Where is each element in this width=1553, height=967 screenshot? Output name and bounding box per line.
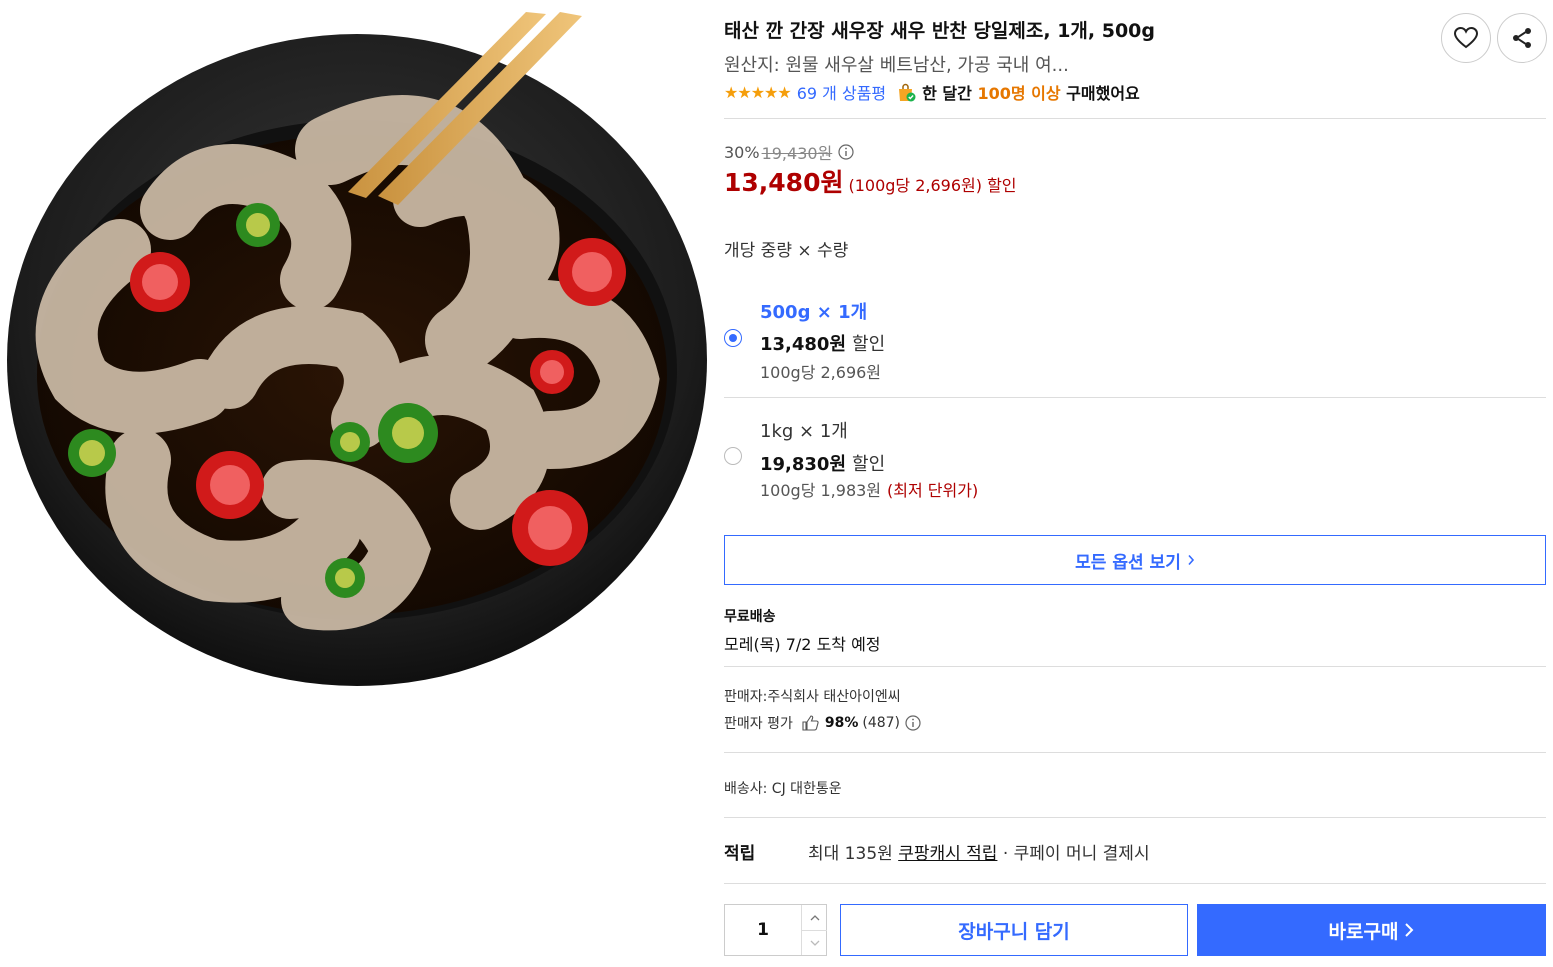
divider: [724, 666, 1546, 667]
view-all-options-label: 모든 옵션 보기: [1075, 552, 1181, 573]
buy-now-button[interactable]: 바로구매: [1197, 904, 1546, 956]
info-icon[interactable]: [905, 715, 921, 731]
discount-row: 30% 19,430원: [724, 140, 854, 164]
option-name: 1kg × 1개: [760, 421, 848, 442]
chevron-right-icon: [1188, 554, 1194, 566]
product-title: 태산 깐 간장 새우장 새우 반찬 당일제조, 1개, 500g: [724, 20, 1155, 42]
shopping-bag-check-icon: [899, 83, 916, 102]
carrier-text: 배송사: CJ 대한통운: [724, 781, 842, 797]
shipping-label: 무료배송: [724, 609, 776, 625]
seller-rating-label: 판매자 평가: [724, 716, 793, 732]
option-radio[interactable]: [724, 329, 742, 347]
discount-rate: 30%: [724, 142, 760, 162]
seller-rating-count: (487): [862, 715, 901, 731]
monthly-highlight: 100명 이상: [977, 84, 1061, 103]
add-to-cart-label: 장바구니 담기: [958, 920, 1070, 943]
heart-icon: [1453, 26, 1479, 49]
reward-text: 최대 135원 쿠팡캐시 적립 · 쿠페이 머니 결제시: [808, 839, 1150, 864]
option-price-value: 13,480원: [760, 334, 847, 355]
option-unit-price: 100g당 2,696원: [760, 363, 882, 382]
reward-suffix: · 쿠페이 머니 결제시: [1002, 844, 1150, 864]
quantity-input[interactable]: [725, 905, 801, 955]
product-photo: [7, 12, 707, 686]
product-image[interactable]: [0, 0, 712, 700]
original-price: 19,430원: [761, 144, 833, 163]
reward-amount: 최대 135원: [808, 844, 893, 864]
seller-name[interactable]: 판매자:주식회사 태산아이엔씨: [724, 686, 901, 706]
chevron-down-icon: [810, 940, 819, 946]
option-item[interactable]: 1kg × 1개 19,830원 할인 100g당 1,983원 (최저 단위가): [724, 412, 1546, 512]
divider: [724, 118, 1546, 119]
buy-now-label: 바로구매: [1328, 920, 1399, 943]
wishlist-button[interactable]: [1441, 13, 1491, 63]
seller-rating: 판매자 평가 98% (487): [724, 713, 921, 733]
option-radio[interactable]: [724, 447, 742, 465]
chevron-up-icon: [810, 914, 819, 920]
option-tag: 할인: [852, 334, 886, 355]
thumbs-up-icon: [802, 715, 819, 731]
unit-price: (100g당 2,696원) 할인: [848, 176, 1017, 195]
reward-label: 적립: [724, 844, 756, 864]
quantity-stepper: [724, 904, 827, 956]
share-button[interactable]: [1497, 13, 1547, 63]
option-price-value: 19,830원: [760, 454, 847, 475]
option-name: 500g × 1개: [760, 302, 868, 323]
seller-rating-pct: 98%: [824, 715, 859, 731]
monthly-suffix: 구매했어요: [1066, 84, 1140, 103]
quantity-increase-button[interactable]: [801, 905, 827, 931]
price-row: 13,480원 (100g당 2,696원) 할인: [724, 163, 1017, 199]
view-all-options-button[interactable]: 모든 옵션 보기: [724, 535, 1546, 585]
option-title: 개당 중량 × 수량: [724, 241, 849, 261]
divider: [724, 752, 1546, 753]
origin-text: 원산지: 원물 새우살 베트남산, 가공 국내 여...: [724, 55, 1069, 76]
divider: [724, 397, 1546, 398]
add-to-cart-button[interactable]: 장바구니 담기: [840, 904, 1188, 956]
option-item[interactable]: 500g × 1개 13,480원 할인 100g당 2,696원: [724, 295, 1546, 395]
review-count-link[interactable]: 69 개 상품평: [797, 80, 886, 104]
chevron-right-icon: [1405, 923, 1414, 937]
divider: [724, 883, 1546, 884]
arrival-date: 모레(목) 7/2 도착 예정: [724, 635, 881, 654]
quantity-decrease-button[interactable]: [801, 930, 827, 955]
rating-stars: ★★★★★: [724, 82, 792, 102]
rating-row: ★★★★★ 69 개 상품평 한 달간 100명 이상 구매했어요: [724, 80, 1140, 104]
share-icon: [1513, 28, 1531, 48]
monthly-prefix: 한 달간: [922, 84, 972, 103]
option-price: 13,480원 할인: [760, 330, 885, 356]
option-unit-price: 100g당 1,983원 (최저 단위가): [760, 477, 978, 501]
coupang-cash-link[interactable]: 쿠팡캐시 적립: [898, 844, 997, 864]
monthly-purchase-text: 한 달간 100명 이상 구매했어요: [922, 80, 1140, 104]
lowest-unit-tag: (최저 단위가): [887, 481, 979, 500]
option-tag: 할인: [852, 454, 886, 475]
option-unit-value: 100g당 1,983원: [760, 481, 882, 500]
info-icon[interactable]: [838, 144, 854, 160]
option-price: 19,830원 할인: [760, 450, 885, 476]
divider: [724, 817, 1546, 818]
sale-price: 13,480원: [724, 168, 844, 197]
